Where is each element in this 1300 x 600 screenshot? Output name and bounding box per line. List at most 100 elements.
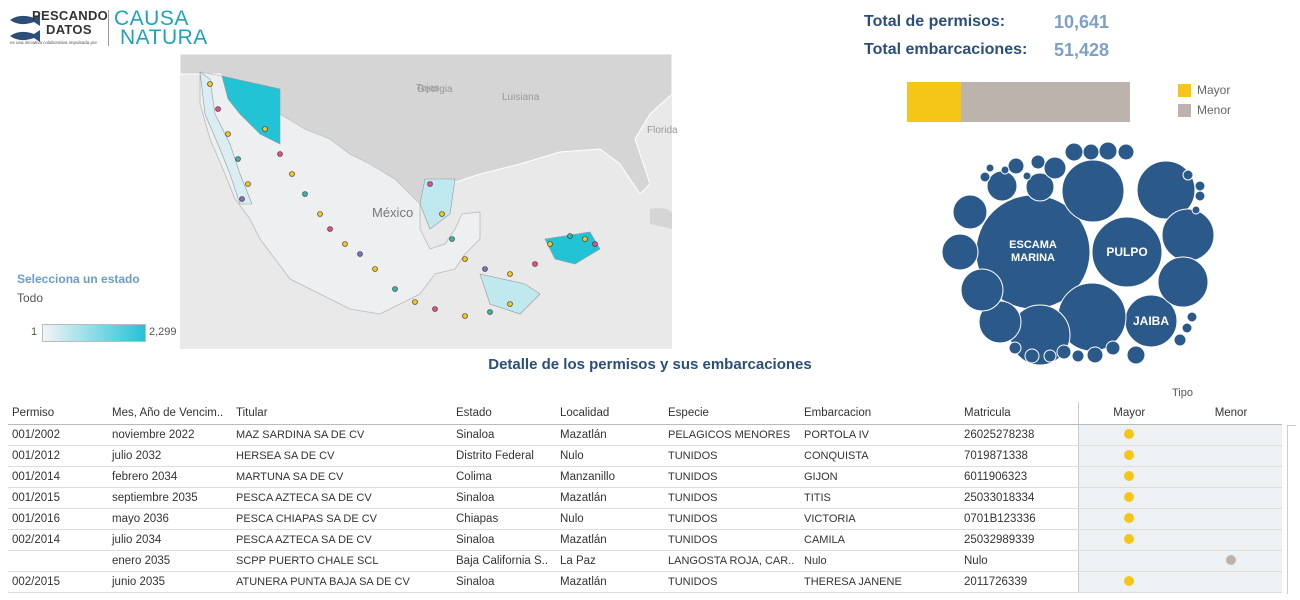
cell-especie: TUNIDOS (664, 445, 800, 467)
state-filter-value[interactable]: Todo (17, 291, 43, 305)
column-header[interactable]: Permiso (8, 402, 108, 425)
table-row[interactable]: 001/2014 febrero 2034 MARTUNA SA DE CV Coli… (8, 466, 1282, 488)
tipo-dot-mayor[interactable] (1124, 575, 1135, 586)
species-bubble[interactable] (1043, 156, 1067, 180)
cell-matricula: 6011906323 (960, 466, 1078, 488)
cell-estado: Baja California S.. (452, 550, 556, 572)
species-bubble[interactable] (1181, 322, 1193, 334)
cell-titular: PESCA AZTECA SA DE CV (232, 529, 452, 551)
map-label-tejas: Tejas (416, 83, 440, 94)
species-bubble[interactable] (1117, 143, 1135, 161)
species-bubble[interactable] (1157, 256, 1209, 308)
cell-estado: Sinaloa (452, 529, 556, 551)
cell-tipo-menor (1180, 529, 1282, 551)
column-header[interactable]: Titular (232, 402, 452, 425)
species-bubble[interactable] (1000, 165, 1010, 175)
cell-permiso: 001/2016 (8, 508, 108, 530)
table-row[interactable]: 001/2015 septiembre 2035 PESCA AZTECA SA D… (8, 487, 1282, 509)
species-bubble[interactable] (1022, 171, 1032, 181)
cell-titular: SCPP PUERTO CHALE SCL (232, 550, 452, 572)
column-header[interactable]: Matricula (960, 402, 1078, 425)
table-scrollbar[interactable] (1287, 425, 1296, 594)
column-header[interactable]: Estado (452, 402, 556, 425)
column-header[interactable]: Localidad (556, 402, 664, 425)
species-bubble[interactable] (986, 170, 1018, 202)
bar-segment-mayor[interactable] (907, 82, 961, 122)
bar-segment-menor[interactable] (960, 82, 1130, 122)
cell-especie: TUNIDOS (664, 487, 800, 509)
tipo-dot-mayor[interactable] (1124, 428, 1135, 439)
cell-permiso: 001/2015 (8, 487, 108, 509)
column-header[interactable]: Mes, Año de Vencim.. (108, 402, 232, 425)
species-bubble[interactable] (1030, 154, 1046, 170)
table-row[interactable]: enero 2035 SCPP PUERTO CHALE SCL Baja Cali… (8, 550, 1282, 572)
column-header[interactable]: Menor (1180, 402, 1282, 425)
color-ramp-max: 2,299 (149, 326, 177, 338)
table-row[interactable]: 001/2012 julio 2032 HERSEA SA DE CV Distrit… (8, 445, 1282, 467)
cell-especie: TUNIDOS (664, 466, 800, 488)
cell-mes: junio 2035 (108, 571, 232, 593)
tipo-dot-mayor[interactable] (1124, 533, 1135, 544)
species-bubble[interactable] (1082, 143, 1100, 161)
tipo-dot-mayor[interactable] (1124, 491, 1135, 502)
species-bubble[interactable] (1161, 208, 1215, 262)
species-bubble[interactable] (1186, 311, 1198, 323)
cell-mes: julio 2032 (108, 445, 232, 467)
table-row[interactable]: 001/2002 noviembre 2022 MAZ SARDINA SA DE … (8, 424, 1282, 446)
cell-mes: febrero 2034 (108, 466, 232, 488)
table-row[interactable]: 002/2015 junio 2035 ATUNERA PUNTA BAJA SA … (8, 571, 1282, 593)
tipo-dot-mayor[interactable] (1124, 449, 1135, 460)
cell-tipo-menor (1180, 424, 1282, 446)
species-bubble[interactable] (1182, 169, 1194, 181)
species-bubble[interactable] (952, 194, 988, 230)
species-bubble-chart[interactable]: ESCAMA MARINA PULPO JAIBA (930, 130, 1230, 370)
cell-titular: MAZ SARDINA SA DE CV (232, 424, 452, 446)
tipo-dot-mayor[interactable] (1124, 470, 1135, 481)
cell-embarcacion: VICTORIA (800, 508, 960, 530)
tipo-column-header: Tipo (1172, 387, 1193, 399)
species-bubble[interactable] (941, 233, 979, 271)
table-row[interactable]: 002/2014 julio 2034 PESCA AZTECA SA DE CV S… (8, 529, 1282, 551)
table-row[interactable]: 001/2016 mayo 2036 PESCA CHIAPAS SA DE CV C… (8, 508, 1282, 530)
cell-mes: noviembre 2022 (108, 424, 232, 446)
tipo-dot-menor[interactable] (1226, 554, 1236, 565)
legend-mayor[interactable]: Mayor (1178, 83, 1230, 97)
species-bubble[interactable] (985, 163, 995, 173)
cell-embarcacion: Nulo (800, 550, 960, 572)
species-bubble[interactable] (1064, 142, 1084, 162)
species-bubble[interactable] (979, 171, 991, 183)
cell-localidad: Mazatlán (556, 529, 664, 551)
legend-menor[interactable]: Menor (1178, 103, 1231, 117)
species-bubble[interactable] (1194, 180, 1206, 192)
column-header[interactable]: Embarcacion (800, 402, 960, 425)
species-bubble[interactable] (1191, 205, 1201, 215)
cell-matricula: 2011726339 (960, 571, 1078, 593)
bubble-label-pulpo: PULPO (1106, 245, 1147, 259)
column-header[interactable]: Mayor (1077, 402, 1180, 425)
species-bubble[interactable] (1194, 190, 1206, 202)
species-bubble[interactable] (1173, 333, 1187, 347)
cell-especie: TUNIDOS (664, 529, 800, 551)
cell-especie: TUNIDOS (664, 508, 800, 530)
species-bubble[interactable] (1007, 157, 1025, 175)
species-bubble[interactable] (1008, 341, 1022, 355)
map-label-mexico: México (372, 205, 414, 220)
cell-tipo-mayor (1077, 529, 1180, 551)
cell-titular: HERSEA SA DE CV (232, 445, 452, 467)
total-permits-value: 10,641 (1054, 12, 1110, 32)
species-bubble[interactable] (960, 268, 1004, 312)
species-bubble[interactable] (1061, 159, 1125, 223)
column-header[interactable]: Especie (664, 402, 800, 425)
species-bubble[interactable] (1098, 141, 1118, 161)
cell-estado: Sinaloa (452, 571, 556, 593)
cell-tipo-mayor (1077, 424, 1180, 446)
mexico-map[interactable]: Georgia (180, 54, 672, 349)
map-label-florida: Florida (647, 125, 678, 136)
tipo-dot-mayor[interactable] (1124, 512, 1135, 523)
cell-estado: Chiapas (452, 508, 556, 530)
tipo-stacked-bar[interactable] (907, 82, 1130, 122)
cell-tipo-menor (1180, 550, 1282, 572)
species-bubble[interactable] (1105, 340, 1121, 356)
cell-permiso: 002/2014 (8, 529, 108, 551)
cell-tipo-menor (1180, 508, 1282, 530)
